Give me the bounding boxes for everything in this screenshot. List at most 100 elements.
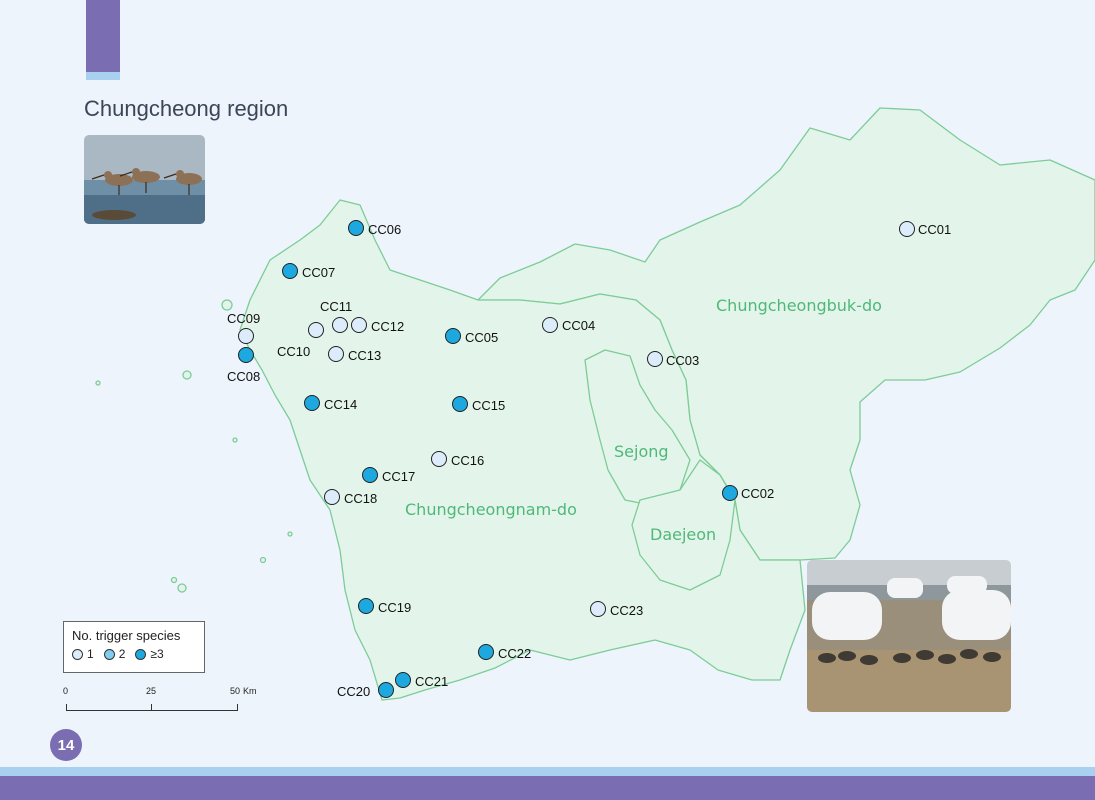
scale-tick	[151, 704, 152, 711]
site-marker[interactable]	[328, 346, 344, 362]
legend-items: 1 2 ≥3	[72, 647, 196, 661]
site-label: CC14	[324, 397, 357, 412]
legend-swatch-class-3	[135, 648, 147, 660]
region-label-daejeon: Daejeon	[650, 525, 716, 544]
site-label: CC13	[348, 348, 381, 363]
site-cc19[interactable]: CC19	[358, 598, 412, 616]
site-label: CC04	[562, 318, 595, 333]
site-label: CC01	[918, 222, 951, 237]
site-label: CC06	[368, 222, 401, 237]
site-marker[interactable]	[238, 328, 254, 344]
island	[95, 380, 101, 386]
site-label: CC05	[465, 330, 498, 345]
site-marker[interactable]	[395, 672, 411, 688]
site-label: CC07	[302, 265, 335, 280]
site-cc15[interactable]: CC15	[452, 396, 506, 414]
legend-label: 1	[87, 647, 94, 661]
island	[259, 556, 267, 564]
site-label: CC17	[382, 469, 415, 484]
site-cc05[interactable]: CC05	[445, 328, 499, 346]
island	[170, 576, 178, 584]
site-marker[interactable]	[478, 644, 494, 660]
site-cc12[interactable]: CC12	[351, 317, 405, 335]
island	[232, 437, 238, 443]
island	[287, 531, 293, 537]
page-number-badge: 14	[50, 729, 82, 761]
site-cc04[interactable]: CC04	[542, 317, 596, 334]
site-marker[interactable]	[362, 467, 378, 483]
site-marker[interactable]	[445, 328, 461, 344]
site-cc07[interactable]: CC07	[282, 263, 336, 281]
site-cc20[interactable]: CC20	[337, 682, 394, 700]
scale-line	[66, 710, 238, 711]
site-label: CC11	[320, 299, 352, 314]
site-cc23[interactable]: CC23	[590, 601, 644, 619]
scale-tick-label: 50	[230, 686, 241, 696]
site-cc13[interactable]: CC13	[328, 346, 382, 364]
site-marker[interactable]	[324, 489, 340, 505]
site-marker[interactable]	[452, 396, 468, 412]
site-marker[interactable]	[647, 351, 663, 367]
site-label: CC20	[337, 684, 370, 699]
site-cc01[interactable]: CC01	[899, 221, 952, 238]
site-cc16[interactable]: CC16	[431, 451, 485, 469]
site-label: CC09	[227, 311, 260, 326]
legend-swatch-class-2	[103, 648, 115, 660]
region-label-sejong: Sejong	[614, 442, 669, 461]
site-label: CC03	[666, 353, 699, 368]
site-marker[interactable]	[282, 263, 298, 279]
site-label: CC12	[371, 319, 404, 334]
site-marker[interactable]	[351, 317, 367, 333]
scale-bar: 0 25 50 Km	[62, 686, 262, 716]
site-label: CC10	[277, 344, 310, 359]
site-cc17[interactable]: CC17	[362, 467, 416, 485]
legend-title: No. trigger species	[72, 628, 181, 643]
region-label-chungbuk: Chungcheongbuk-do	[716, 296, 882, 315]
site-marker[interactable]	[332, 317, 348, 333]
site-label: CC21	[415, 674, 448, 689]
map-legend: No. trigger species 1 2 ≥3	[63, 621, 205, 673]
legend-label: 2	[118, 647, 126, 661]
site-marker[interactable]	[899, 221, 915, 237]
site-label: CC19	[378, 600, 411, 615]
site-marker[interactable]	[308, 322, 324, 338]
photo-geese-field	[807, 560, 1011, 712]
site-marker[interactable]	[304, 395, 320, 411]
site-cc14[interactable]: CC14	[304, 395, 358, 413]
island	[177, 583, 187, 593]
island	[182, 370, 192, 380]
legend-swatch-class-1	[72, 648, 83, 660]
site-cc02[interactable]: CC02	[722, 485, 775, 502]
site-marker[interactable]	[348, 220, 364, 236]
scale-tick	[237, 704, 238, 711]
site-label: CC02	[741, 486, 774, 501]
site-marker[interactable]	[722, 485, 738, 501]
footer-bar	[0, 776, 1095, 800]
region-label-chungnam: Chungcheongnam-do	[405, 500, 577, 519]
site-marker[interactable]	[358, 598, 374, 614]
site-label: CC16	[451, 453, 484, 468]
site-marker[interactable]	[542, 317, 558, 333]
site-cc22[interactable]: CC22	[478, 644, 532, 662]
scale-tick	[66, 704, 67, 711]
site-label: CC23	[610, 603, 643, 618]
site-cc03[interactable]: CC03	[647, 351, 700, 369]
footer-accent	[0, 767, 1095, 776]
site-marker[interactable]	[238, 347, 254, 363]
site-cc21[interactable]: CC21	[395, 672, 449, 690]
legend-label: ≥3	[150, 647, 164, 661]
site-marker[interactable]	[378, 682, 394, 698]
site-label: CC18	[344, 491, 377, 506]
scale-tick-label: 25	[146, 686, 157, 696]
scale-tick-label: 0	[63, 686, 69, 696]
site-marker[interactable]	[431, 451, 447, 467]
site-label: CC22	[498, 646, 531, 661]
site-label: CC08	[227, 369, 260, 384]
photo-shorebirds	[84, 135, 205, 224]
scale-unit: Km	[243, 686, 257, 696]
island	[221, 299, 233, 311]
site-cc18[interactable]: CC18	[324, 489, 378, 507]
site-label: CC15	[472, 398, 505, 413]
site-cc06[interactable]: CC06	[348, 220, 402, 238]
site-marker[interactable]	[590, 601, 606, 617]
